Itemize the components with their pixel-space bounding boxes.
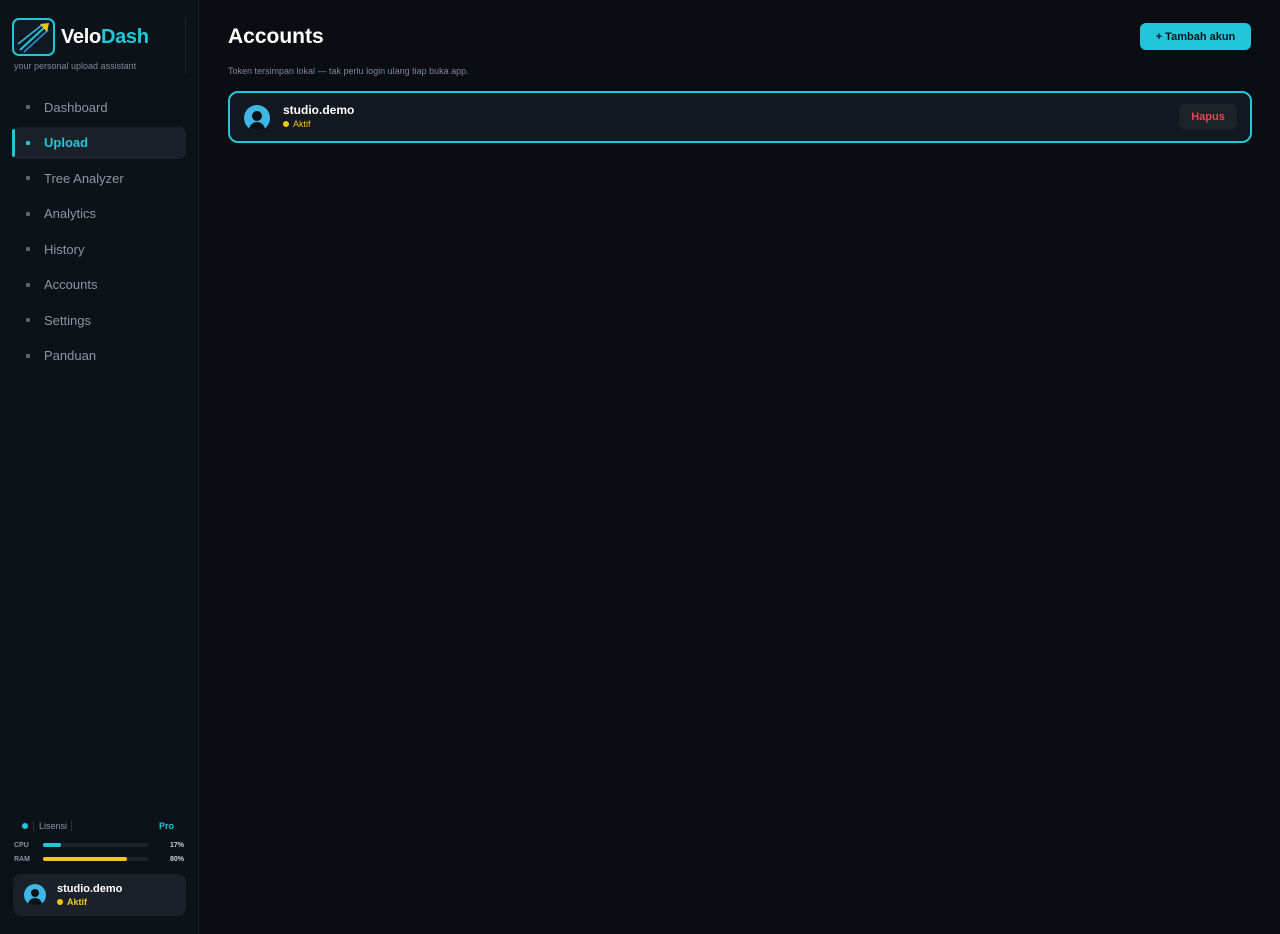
sidebar-item-panduan[interactable]: Panduan — [12, 340, 186, 372]
sidebar-item-label: Tree Analyzer — [44, 170, 124, 186]
account-card[interactable]: studio.demo Aktif Hapus — [228, 91, 1252, 143]
brand: VeloDash your personal upload assistant — [12, 17, 186, 73]
brand-name-velo: Velo — [61, 25, 101, 48]
bullet-icon — [26, 247, 30, 251]
bullet-icon — [26, 318, 30, 322]
sidebar-nav: Dashboard Upload Tree Analyzer Analytics… — [12, 91, 186, 375]
account-name: studio.demo — [283, 103, 355, 117]
sidebar-item-label: Panduan — [44, 348, 97, 363]
user-name: studio.demo — [57, 883, 123, 895]
divider — [33, 821, 34, 831]
ram-fill — [43, 857, 127, 861]
ram-value: 80% — [169, 855, 184, 863]
license-tier: Pro — [158, 821, 174, 831]
status-text: Aktif — [67, 897, 87, 907]
cpu-meter: CPU 17% — [14, 840, 184, 850]
sidebar: VeloDash your personal upload assistant … — [0, 0, 199, 934]
user-status: Aktif — [57, 897, 122, 907]
sidebar-item-label: History — [44, 241, 85, 257]
delete-account-button[interactable]: Hapus — [1179, 104, 1237, 129]
account-avatar-icon — [244, 105, 270, 131]
bullet-icon — [26, 140, 30, 145]
ram-label: RAM — [14, 855, 30, 863]
license-label: Lisensi — [39, 821, 68, 831]
brand-name-dash: Dash — [100, 25, 149, 48]
sidebar-item-label: Upload — [44, 135, 89, 150]
ram-meter: RAM 80% — [14, 854, 184, 864]
sidebar-item-history[interactable]: History — [12, 233, 186, 265]
divider — [71, 821, 73, 831]
sidebar-item-upload[interactable]: Upload — [12, 126, 186, 159]
status-dot-icon — [57, 899, 63, 905]
user-avatar-icon — [24, 884, 46, 906]
bullet-icon — [26, 105, 30, 109]
sidebar-item-label: Settings — [44, 312, 91, 328]
sidebar-item-dashboard[interactable]: Dashboard — [12, 91, 186, 123]
status-text: Aktif — [293, 119, 311, 129]
velodash-logo-icon — [12, 18, 55, 56]
ram-track — [43, 857, 148, 861]
account-status: Aktif — [283, 119, 354, 129]
bullet-icon — [26, 353, 30, 358]
status-dot-icon — [283, 121, 289, 127]
cpu-label: CPU — [14, 841, 29, 849]
cpu-value: 17% — [169, 841, 184, 849]
cpu-fill — [43, 843, 61, 847]
sidebar-item-label: Analytics — [44, 206, 97, 221]
sidebar-item-analytics[interactable]: Analytics — [12, 198, 186, 230]
sidebar-item-settings[interactable]: Settings — [12, 304, 186, 336]
add-account-button[interactable]: + Tambah akun — [1140, 23, 1251, 50]
license-dot-icon — [22, 823, 28, 829]
sidebar-item-accounts[interactable]: Accounts — [12, 269, 186, 301]
page-subtitle: Token tersimpan lokal — tak perlu login … — [228, 66, 469, 76]
bullet-icon — [26, 282, 30, 287]
bullet-icon — [26, 176, 30, 180]
sidebar-item-tree-analyzer[interactable]: Tree Analyzer — [12, 162, 186, 194]
tagline: your personal upload assistant — [14, 61, 137, 71]
sidebar-item-label: Accounts — [44, 277, 98, 292]
license-status: Lisensi Pro — [14, 819, 174, 833]
current-user-card[interactable]: studio.demo Aktif — [13, 874, 186, 916]
page-title: Accounts — [228, 25, 324, 48]
brand-divider — [185, 17, 186, 73]
bullet-icon — [26, 211, 30, 216]
cpu-track — [43, 843, 148, 847]
sidebar-item-label: Dashboard — [44, 99, 108, 115]
brand-name: VeloDash — [61, 26, 149, 49]
